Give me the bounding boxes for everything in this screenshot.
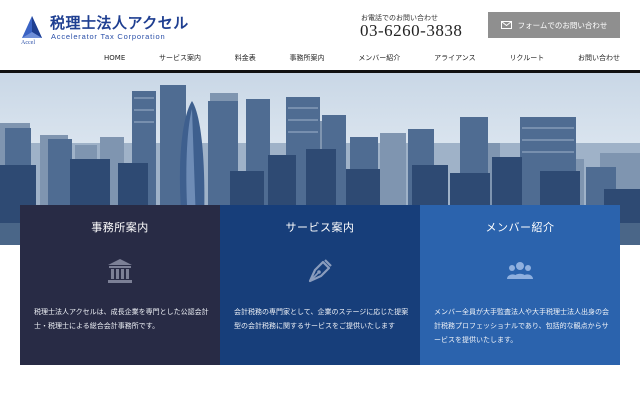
logo-subtitle: Accelerator Tax Corporation bbox=[51, 32, 166, 41]
logo-mark-text: Accel bbox=[21, 40, 35, 46]
pen-nib-icon bbox=[308, 259, 332, 283]
main-nav: HOME サービス案内 料金表 事務所案内 メンバー紹介 アライアンス リクルー… bbox=[104, 52, 620, 64]
logo-title: 税理士法人アクセル bbox=[50, 14, 189, 32]
nav-item-contact[interactable]: お問い合わせ bbox=[578, 53, 620, 63]
nav-item-members[interactable]: メンバー紹介 bbox=[358, 53, 400, 63]
card-title: メンバー紹介 bbox=[485, 221, 555, 234]
card-members[interactable]: メンバー紹介 メンバー全員が大手監査法人や大手税理士法人出身の会計税務プロフェッ… bbox=[420, 205, 620, 365]
nav-item-office[interactable]: 事務所案内 bbox=[290, 53, 325, 63]
nav-item-alliance[interactable]: アライアンス bbox=[434, 53, 476, 63]
nav-item-home[interactable]: HOME bbox=[104, 54, 125, 62]
contact-form-button[interactable]: フォームでのお問い合わせ bbox=[488, 12, 620, 38]
phone-number[interactable]: 03-6260-3838 bbox=[360, 21, 462, 41]
card-title: サービス案内 bbox=[285, 221, 355, 234]
nav-item-pricing[interactable]: 料金表 bbox=[235, 53, 256, 63]
nav-item-recruit[interactable]: リクルート bbox=[509, 53, 544, 63]
contact-form-button-label: フォームでのお問い合わせ bbox=[517, 20, 608, 30]
building-icon bbox=[108, 259, 132, 283]
logo[interactable]: Accel 税理士法人アクセル Accelerator Tax Corporat… bbox=[20, 12, 190, 46]
card-text: 税理士法人アクセルは、成長企業を専門とした公認会計士・税理士による総合会計事務所… bbox=[34, 308, 209, 330]
users-icon bbox=[507, 262, 533, 279]
card-services[interactable]: サービス案内 会計税務の専門家として、企業のステージに応じた提案型の会計税務に関… bbox=[220, 205, 420, 365]
card-text: 会計税務の専門家として、企業のステージに応じた提案型の会計税務に関するサービスを… bbox=[234, 308, 409, 330]
site-header: Accel 税理士法人アクセル Accelerator Tax Corporat… bbox=[0, 0, 640, 70]
card-office[interactable]: 事務所案内 税理士法人アクセルは、成長企業を専門とした公認会計士・税理士による総… bbox=[20, 205, 220, 365]
card-title: 事務所案内 bbox=[91, 221, 149, 234]
feature-cards: 事務所案内 税理士法人アクセルは、成長企業を専門とした公認会計士・税理士による総… bbox=[20, 205, 620, 365]
card-text: メンバー全員が大手監査法人や大手税理士法人出身の会計税務プロフェッショナルであり… bbox=[434, 308, 609, 344]
nav-item-services[interactable]: サービス案内 bbox=[159, 53, 201, 63]
mail-icon bbox=[500, 21, 512, 29]
logo-mark-icon bbox=[22, 16, 42, 38]
